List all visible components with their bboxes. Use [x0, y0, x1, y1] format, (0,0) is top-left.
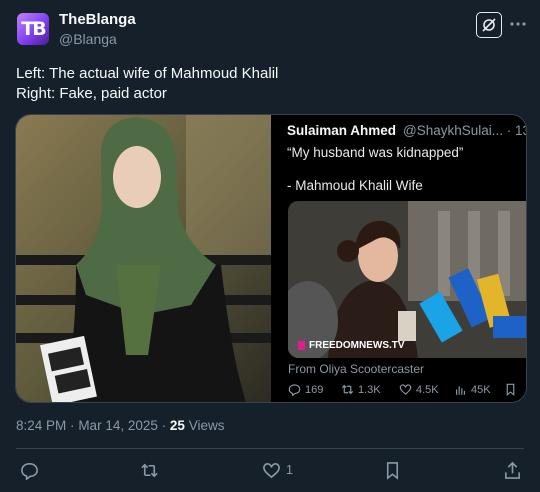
meta-separator: · [161, 418, 167, 433]
author-avatar[interactable]: TB [17, 13, 49, 45]
grok-icon [482, 18, 496, 32]
quoted-stats: 169 1.3K 4.5K 45K [288, 383, 517, 396]
more-icon [510, 22, 526, 26]
quoted-text-line1: “My husband was kidnapped” [287, 145, 464, 160]
bookmark-icon [506, 383, 515, 396]
reply-button[interactable] [20, 459, 44, 481]
more-button[interactable] [507, 14, 529, 34]
quoted-text-line2: - Mahmoud Khalil Wife [287, 178, 423, 193]
share-button[interactable] [503, 459, 522, 481]
quoted-reply-stat: 169 [288, 383, 341, 396]
views-count: 25 [169, 418, 185, 433]
quoted-bookmark-stat [504, 383, 517, 396]
heart-icon [399, 384, 412, 395]
quoted-views-stat: 45K [454, 383, 504, 396]
repost-icon [141, 463, 158, 477]
freedomnews-watermark: FREEDOMNEWS.TV [298, 340, 405, 351]
like-count: 1 [286, 463, 293, 477]
meta-separator: · [70, 418, 75, 433]
quoted-author-name: Sulaiman Ahmed [287, 123, 397, 138]
analytics-icon [456, 386, 465, 395]
quoted-source: From Oliya Scootercaster [288, 362, 425, 376]
views-label: Views [188, 418, 225, 433]
like-button[interactable]: 1 [262, 459, 293, 481]
bookmark-button[interactable] [383, 459, 402, 481]
author-name[interactable]: TheBlanga [59, 11, 136, 28]
tweet-meta: 8:24 PM · Mar 14, 2025 · 25 Views [16, 418, 224, 433]
quoted-like-stat: 4.5K [399, 383, 454, 396]
quoted-image[interactable]: FREEDOMNEWS.TV [288, 201, 526, 358]
quoted-author-handle: @ShaykhSulai... [403, 123, 504, 138]
tweet-text: Left: The actual wife of Mahmoud Khalil … [16, 65, 279, 102]
grok-button[interactable] [476, 12, 502, 38]
reply-icon [288, 384, 301, 396]
reply-icon [21, 462, 38, 480]
tweet-time[interactable]: 8:24 PM [16, 418, 66, 433]
left-photo[interactable] [16, 115, 271, 402]
repost-icon [341, 384, 354, 395]
divider [16, 448, 524, 449]
quoted-post[interactable]: Sulaiman Ahmed @ShaykhSulai... · 13h “My… [273, 115, 526, 402]
author-handle[interactable]: @Blanga [59, 31, 117, 47]
repost-button[interactable] [140, 459, 164, 481]
heart-icon [263, 462, 280, 478]
tweet-date[interactable]: Mar 14, 2025 [78, 418, 158, 433]
bookmark-icon [386, 461, 399, 480]
tweet-media[interactable]: Sulaiman Ahmed @ShaykhSulai... · 13h “My… [15, 114, 527, 403]
quoted-time: 13h [515, 123, 526, 138]
quoted-repost-stat: 1.3K [341, 383, 399, 396]
share-icon [505, 461, 520, 479]
